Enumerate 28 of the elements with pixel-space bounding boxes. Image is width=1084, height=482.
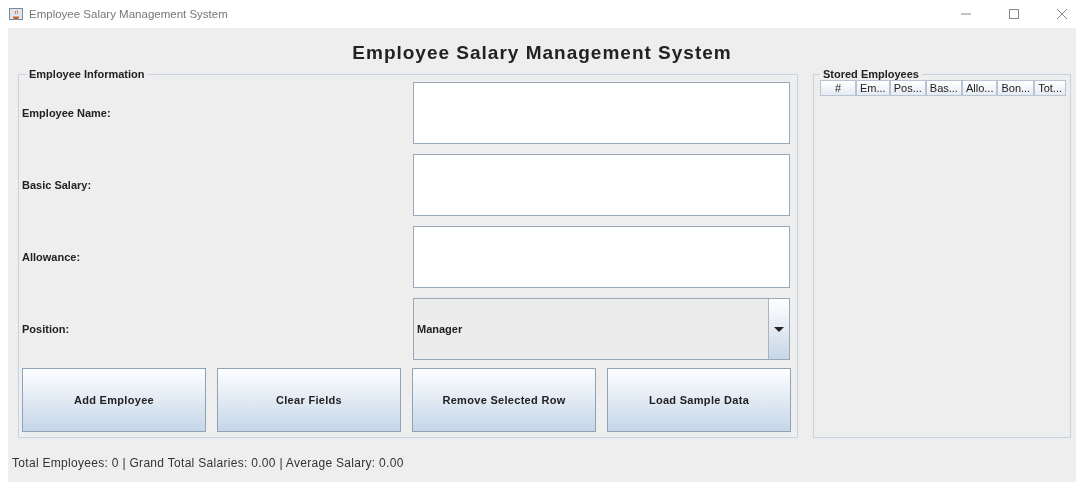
field-label: Employee Name:	[22, 107, 112, 119]
column-header[interactable]: Allo...	[961, 80, 998, 96]
close-icon[interactable]	[1056, 8, 1068, 20]
caret-icon	[774, 326, 784, 332]
column-header[interactable]: #	[820, 80, 856, 96]
field-label: Position:	[22, 323, 71, 335]
action-button[interactable]: Remove Selected Row	[412, 368, 596, 432]
status-text: Total Employees: 0 | Grand Total Salaries: 0.00 | Average Salary: 0.00	[12, 456, 405, 470]
column-header[interactable]: Bon...	[997, 80, 1035, 96]
window-title: Employee Salary Management System	[29, 8, 228, 20]
input-field[interactable]	[413, 154, 790, 216]
column-header[interactable]: Tot...	[1034, 80, 1067, 96]
app-heading: Employee Salary Management System	[351, 42, 733, 65]
input-field[interactable]	[413, 226, 790, 288]
maximize-icon[interactable]	[1008, 8, 1020, 20]
field-label: Allowance:	[22, 251, 82, 263]
input-field[interactable]	[413, 82, 790, 144]
field-label: Basic Salary:	[22, 179, 93, 191]
panel-title: Employee Information	[28, 68, 146, 80]
action-button[interactable]: Clear Fields	[217, 368, 401, 432]
java-app-icon	[9, 8, 23, 20]
column-header[interactable]: Pos...	[889, 80, 926, 96]
column-header[interactable]: Em...	[856, 80, 890, 96]
action-button[interactable]: Add Employee	[22, 368, 206, 432]
position-dropdown[interactable]: Manager	[413, 298, 790, 360]
action-button[interactable]: Load Sample Data	[607, 368, 791, 432]
panel-title: Stored Employees	[822, 68, 920, 80]
column-header[interactable]: Bas...	[925, 80, 962, 96]
